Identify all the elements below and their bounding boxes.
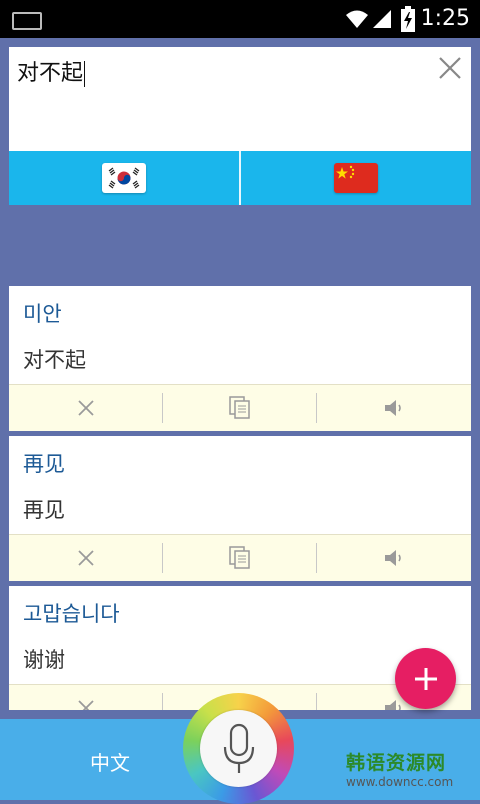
card-actions: [9, 534, 471, 581]
clear-input-icon[interactable]: [437, 55, 463, 81]
china-flag-icon[interactable]: [334, 163, 378, 193]
close-icon: [78, 400, 94, 416]
microphone-icon: [223, 723, 254, 773]
battery-charging-icon: [401, 6, 415, 32]
translation-input[interactable]: 对不起: [17, 55, 86, 87]
speaker-icon: [385, 700, 401, 710]
speak-button[interactable]: [316, 393, 471, 423]
speaker-icon: [385, 550, 401, 566]
close-icon: [78, 700, 94, 710]
delete-button[interactable]: [9, 685, 163, 710]
status-bar: 1:25: [0, 0, 480, 38]
voice-input-button[interactable]: [200, 710, 277, 787]
copy-button[interactable]: [162, 393, 317, 423]
delete-button[interactable]: [9, 385, 163, 431]
plus-icon: [414, 667, 437, 690]
watermark: 韩语资源网 www.downcc.com: [346, 748, 453, 789]
card-primary-text: 미안: [23, 302, 62, 326]
card-secondary-text: 谢谢: [23, 648, 65, 672]
card-secondary-text: 对不起: [23, 348, 86, 372]
card-primary-text: 고맙습니다: [23, 602, 120, 626]
language-divider: [239, 151, 241, 205]
card-primary-text: 再见: [23, 452, 65, 476]
copy-icon: [229, 396, 250, 419]
watermark-brand: 韩语资源网: [346, 752, 447, 774]
watermark-url: www.downcc.com: [346, 775, 454, 789]
signal-icon: [373, 10, 391, 28]
korea-flag-icon[interactable]: [102, 163, 146, 193]
input-text: 对不起: [17, 61, 84, 86]
add-button[interactable]: [395, 648, 456, 709]
translation-input-card: 对不起: [9, 47, 471, 205]
card-actions: [9, 384, 471, 431]
translation-card: 再见 再见: [9, 436, 471, 581]
copy-icon: [229, 546, 250, 569]
wifi-icon: [346, 10, 368, 28]
language-toggle[interactable]: 中文: [90, 747, 130, 776]
card-secondary-text: 再见: [23, 498, 65, 522]
delete-button[interactable]: [9, 535, 163, 581]
keyboard-icon: [12, 12, 42, 30]
speaker-icon: [385, 400, 401, 416]
close-icon: [78, 550, 94, 566]
copy-button[interactable]: [162, 543, 317, 573]
speak-button[interactable]: [316, 543, 471, 573]
status-time: 1:25: [420, 6, 470, 31]
text-caret: [84, 61, 86, 87]
language-selector: [9, 151, 471, 205]
translation-card: 미안 对不起: [9, 286, 471, 431]
